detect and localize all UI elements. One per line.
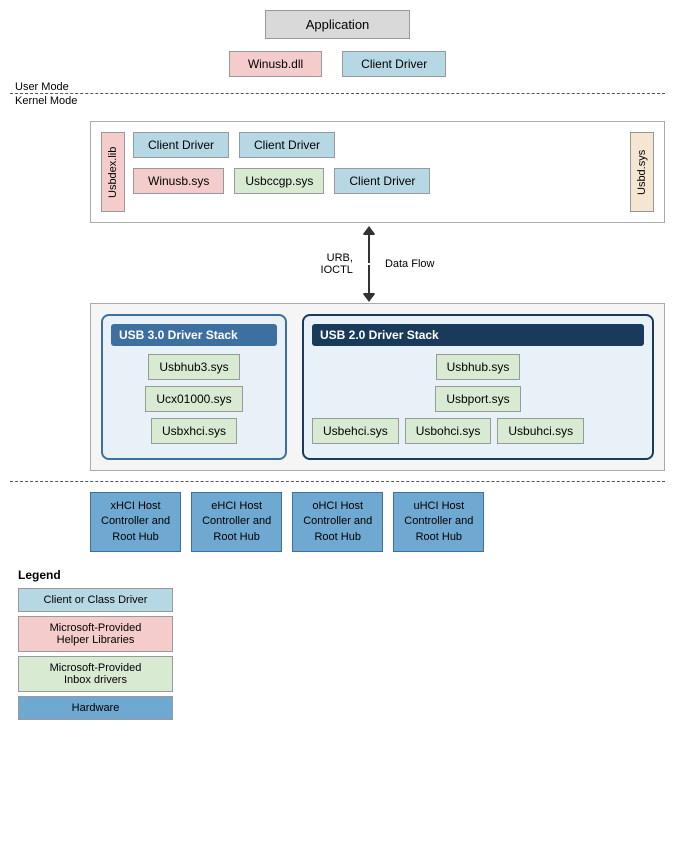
- usbxhci-box: Usbxhci.sys: [151, 418, 237, 444]
- usb20-hci-row: Usbehci.sys Usbohci.sys Usbuhci.sys: [312, 418, 644, 444]
- usbd-box: Usbd.sys: [630, 132, 654, 212]
- user-mode-label: User Mode: [15, 81, 73, 93]
- kernel-mode-label: Kernel Mode: [15, 95, 81, 107]
- usbdex-box: Usbdex.lib: [101, 132, 125, 212]
- client-driver-row1-box1: Client Driver: [133, 132, 229, 158]
- hardware-row: xHCI HostController andRoot Hub eHCI Hos…: [90, 492, 665, 552]
- usb-driver-stack-layer-label: USB DriverStack Layer: [0, 343, 6, 372]
- usbehci-box: Usbehci.sys: [312, 418, 399, 444]
- client-driver-top-box: Client Driver: [342, 51, 446, 77]
- mode-divider: User Mode Kernel Mode: [10, 83, 665, 105]
- usbd-container: Usbd.sys: [630, 132, 654, 212]
- client-middle: Client Driver Client Driver Winusb.sys U…: [133, 132, 622, 212]
- ucx01000-box: Ucx01000.sys: [145, 386, 242, 412]
- driver-stack-outer: USB 3.0 Driver Stack Usbhub3.sys Ucx0100…: [90, 303, 665, 471]
- legend-inbox-item: Microsoft-ProvidedInbox drivers: [18, 656, 173, 692]
- data-flow-label: Data Flow: [385, 258, 435, 270]
- ehci-box: eHCI HostController andRoot Hub: [191, 492, 282, 552]
- usbuhci-box: Usbuhci.sys: [497, 418, 584, 444]
- legend-section: Legend Client or Class Driver Microsoft-…: [18, 568, 665, 724]
- usb-20-stack: USB 2.0 Driver Stack Usbhub.sys Usbport.…: [302, 314, 654, 460]
- client-driver-row1-box2: Client Driver: [239, 132, 335, 158]
- legend-helper-item: Microsoft-ProvidedHelper Libraries: [18, 616, 173, 652]
- legend-title: Legend: [18, 568, 665, 582]
- usbccgp-sys-box: Usbccgp.sys: [234, 168, 324, 194]
- usb-client-layer-label: USB ClientDriver Layer: [0, 141, 5, 170]
- legend-hw-item: Hardware: [18, 696, 173, 720]
- usbport-box: Usbport.sys: [435, 386, 520, 412]
- usb-20-title: USB 2.0 Driver Stack: [312, 324, 644, 346]
- client-driver-row2-box3: Client Driver: [334, 168, 430, 194]
- xhci-box: xHCI HostController andRoot Hub: [90, 492, 181, 552]
- urb-arrow-section: URB,IOCTL Data Flow: [90, 233, 665, 295]
- usb-client-layer: Usbdex.lib Client Driver Client Driver W…: [90, 121, 665, 223]
- winusb-dll-box: Winusb.dll: [229, 51, 322, 77]
- usb-30-title: USB 3.0 Driver Stack: [111, 324, 277, 346]
- uhci-box: uHCI HostController andRoot Hub: [393, 492, 484, 552]
- usbhub-box: Usbhub.sys: [436, 354, 521, 380]
- ohci-box: oHCI HostController andRoot Hub: [292, 492, 383, 552]
- usb-30-stack: USB 3.0 Driver Stack Usbhub3.sys Ucx0100…: [101, 314, 287, 460]
- usbohci-box: Usbohci.sys: [405, 418, 492, 444]
- bottom-divider: [10, 481, 665, 482]
- urb-label: URB,IOCTL: [321, 252, 353, 276]
- legend-client-item: Client or Class Driver: [18, 588, 173, 612]
- bidirectional-arrow: [368, 233, 370, 295]
- usbdex-container: Usbdex.lib: [101, 132, 125, 212]
- usbhub3-box: Usbhub3.sys: [148, 354, 239, 380]
- winusb-sys-box: Winusb.sys: [133, 168, 224, 194]
- application-box: Application: [265, 10, 411, 39]
